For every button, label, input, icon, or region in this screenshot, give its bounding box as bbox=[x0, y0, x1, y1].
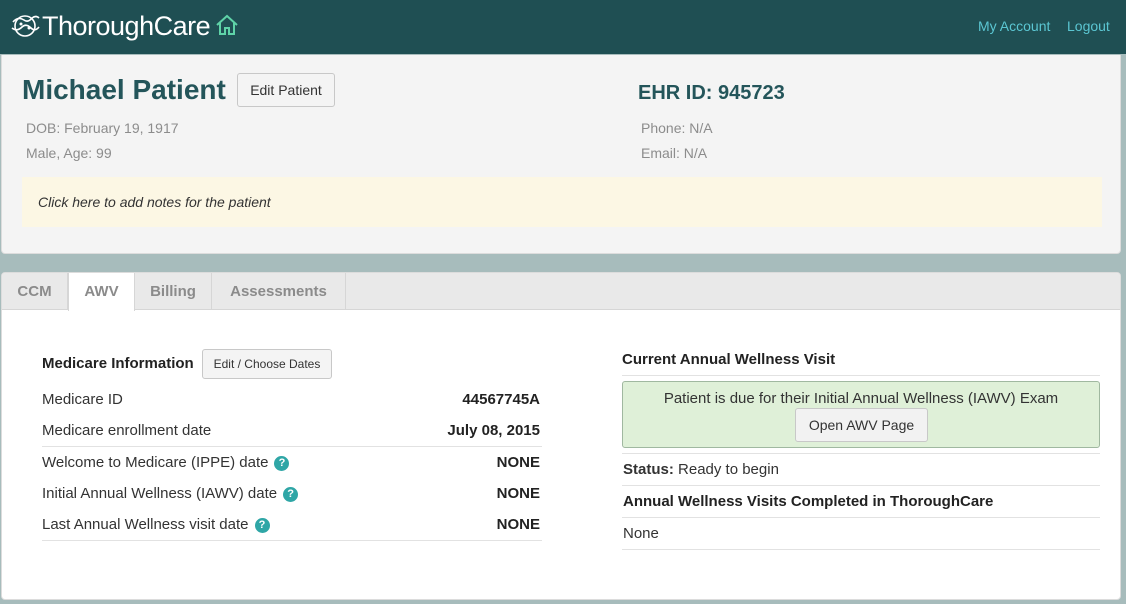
awv-completed-title: Annual Wellness Visits Completed in Thor… bbox=[623, 493, 994, 510]
awv-divider bbox=[622, 549, 1100, 550]
medicare-info-title: Medicare Information bbox=[42, 355, 194, 372]
status-value: Ready to begin bbox=[678, 461, 779, 478]
tab-panel: CCM AWV Billing Assessments Medicare Inf… bbox=[1, 272, 1121, 600]
home-icon[interactable] bbox=[215, 14, 239, 36]
ehr-id: EHR ID: 945723 bbox=[638, 82, 785, 104]
medicare-id-label: Medicare ID bbox=[42, 391, 123, 408]
iawv-date-value: NONE bbox=[496, 485, 540, 502]
patient-email: Email: N/A bbox=[641, 145, 708, 161]
tab-ccm[interactable]: CCM bbox=[2, 273, 68, 310]
edit-choose-dates-button[interactable]: Edit / Choose Dates bbox=[202, 349, 332, 379]
ippe-date-label: Welcome to Medicare (IPPE) date? bbox=[42, 454, 290, 471]
tab-awv[interactable]: AWV bbox=[68, 273, 135, 311]
iawv-date-label-text: Initial Annual Wellness (IAWV) date bbox=[42, 485, 278, 502]
brand-name: ThoroughCare bbox=[42, 10, 211, 41]
ippe-date-label-text: Welcome to Medicare (IPPE) date bbox=[42, 454, 269, 471]
logout-link[interactable]: Logout bbox=[1067, 18, 1110, 34]
patient-header-card: Michael Patient Edit Patient EHR ID: 945… bbox=[1, 55, 1121, 254]
edit-patient-button[interactable]: Edit Patient bbox=[237, 73, 335, 107]
awv-completed-value: None bbox=[623, 525, 659, 542]
tab-bar: CCM AWV Billing Assessments bbox=[2, 273, 1120, 311]
notes-placeholder: Click here to add notes for the patient bbox=[38, 194, 271, 210]
help-icon[interactable]: ? bbox=[283, 487, 299, 502]
open-awv-page-button[interactable]: Open AWV Page bbox=[795, 408, 928, 442]
medicare-bottom-divider bbox=[42, 540, 542, 541]
last-awv-date-label-text: Last Annual Wellness visit date bbox=[42, 516, 249, 533]
awv-divider bbox=[622, 517, 1100, 518]
enrollment-date-value: July 08, 2015 bbox=[447, 422, 540, 439]
patient-dob: DOB: February 19, 1917 bbox=[26, 120, 179, 136]
last-awv-date-label: Last Annual Wellness visit date? bbox=[42, 516, 270, 533]
medicare-id-value: 44567745A bbox=[462, 391, 540, 408]
brand-logo[interactable]: ThoroughCare bbox=[10, 8, 211, 44]
my-account-link[interactable]: My Account bbox=[978, 18, 1050, 34]
awv-divider bbox=[622, 453, 1100, 454]
current-awv-title: Current Annual Wellness Visit bbox=[622, 351, 836, 368]
patient-notes-area[interactable]: Click here to add notes for the patient bbox=[22, 177, 1102, 227]
patient-phone: Phone: N/A bbox=[641, 120, 713, 136]
ippe-date-value: NONE bbox=[496, 454, 540, 471]
awv-due-alert: Patient is due for their Initial Annual … bbox=[622, 381, 1100, 448]
medicare-divider bbox=[42, 446, 542, 447]
tab-billing[interactable]: Billing bbox=[135, 273, 212, 310]
awv-divider bbox=[622, 375, 1100, 376]
top-navbar: ThoroughCare My Account Logout bbox=[0, 0, 1126, 54]
awv-status: Status: Ready to begin bbox=[623, 461, 779, 478]
help-icon[interactable]: ? bbox=[254, 518, 270, 533]
status-label: Status: bbox=[623, 461, 674, 478]
tab-assessments[interactable]: Assessments bbox=[212, 273, 346, 310]
logo-mark-icon bbox=[11, 15, 40, 37]
help-icon[interactable]: ? bbox=[274, 456, 290, 471]
awv-due-message: Patient is due for their Initial Annual … bbox=[663, 390, 1059, 407]
patient-name: Michael Patient bbox=[22, 74, 226, 105]
enrollment-date-label: Medicare enrollment date bbox=[42, 422, 212, 439]
last-awv-date-value: NONE bbox=[496, 516, 540, 533]
iawv-date-label: Initial Annual Wellness (IAWV) date? bbox=[42, 485, 299, 502]
awv-divider bbox=[622, 485, 1100, 486]
patient-sex-age: Male, Age: 99 bbox=[26, 145, 112, 161]
